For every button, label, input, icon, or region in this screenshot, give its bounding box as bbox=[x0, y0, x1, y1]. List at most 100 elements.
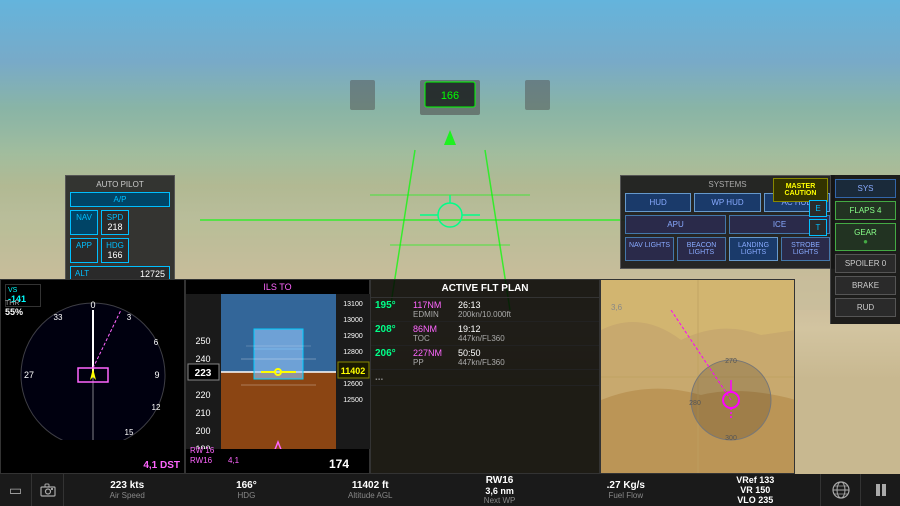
fp-row-2: 208° 86NM TOC 19:12 447kn/FL360 bbox=[371, 322, 599, 346]
fp-hdg-4: ... bbox=[375, 372, 413, 383]
hdg-status: 166° HDG bbox=[236, 480, 257, 500]
svg-text:223: 223 bbox=[195, 368, 212, 379]
alt-label: Altitude AGL bbox=[348, 491, 392, 500]
t-button[interactable]: T bbox=[809, 219, 827, 236]
airspeed-label: Air Speed bbox=[110, 491, 145, 500]
pause-icon[interactable] bbox=[860, 474, 900, 506]
svg-text:15: 15 bbox=[125, 428, 134, 437]
vref-line2: VR 150 bbox=[736, 485, 774, 495]
map-svg: 270 300 280 3,6 bbox=[601, 280, 795, 474]
svg-text:3,6: 3,6 bbox=[611, 303, 623, 312]
vref-line1: VRef 133 bbox=[736, 475, 774, 485]
svg-text:13100: 13100 bbox=[343, 301, 363, 308]
alt-status: 11402 ft Altitude AGL bbox=[348, 480, 392, 500]
svg-text:9: 9 bbox=[154, 370, 159, 380]
fp-time-3: 50:50 447kn/FL360 bbox=[458, 348, 508, 367]
nav-lights-button[interactable]: NAV LIGHTS bbox=[625, 237, 674, 261]
app-button[interactable]: APP bbox=[70, 238, 98, 263]
wp-hud-button[interactable]: WP HUD bbox=[694, 193, 760, 212]
alt-value: 11402 ft bbox=[348, 480, 392, 491]
nav-button[interactable]: NAV bbox=[70, 210, 98, 235]
svg-text:220: 220 bbox=[195, 390, 210, 400]
fuel-label: Fuel Flow bbox=[607, 491, 645, 500]
strobe-lights-button[interactable]: STROBE LIGHTS bbox=[781, 237, 830, 261]
flight-plan-title: ACTIVE FLT PLAN bbox=[371, 280, 599, 298]
camera-icon[interactable] bbox=[32, 474, 64, 506]
sys-row-3: NAV LIGHTS BEACON LIGHTS LANDING LIGHTS … bbox=[625, 237, 830, 261]
ils-label: ILS TO bbox=[186, 280, 369, 294]
fp-hdg-3: 206° bbox=[375, 348, 413, 367]
svg-text:270: 270 bbox=[725, 358, 737, 365]
heading-display: 174 bbox=[329, 457, 349, 471]
fuel-status: .27 Kg/s Fuel Flow bbox=[607, 480, 645, 500]
autopilot-panel: AUTO PILOT A/P NAV SPD 218 APP HDG 166 A… bbox=[65, 175, 175, 290]
sys-button[interactable]: SYS bbox=[835, 179, 896, 198]
ap-button[interactable]: A/P bbox=[70, 192, 170, 207]
svg-text:12800: 12800 bbox=[343, 349, 363, 356]
fp-row-4: ... bbox=[371, 370, 599, 386]
map-panel: 270 300 280 3,6 bbox=[600, 279, 795, 474]
svg-text:27: 27 bbox=[24, 370, 34, 380]
hud-button[interactable]: HUD bbox=[625, 193, 691, 212]
fp-row-1: 195° 117NM EDMIN 26:13 200kn/10.000ft bbox=[371, 298, 599, 322]
flaps-button[interactable]: FLAPS 4 bbox=[835, 201, 896, 220]
spoiler-button[interactable]: SPOILER 0 bbox=[835, 254, 896, 273]
svg-text:3: 3 bbox=[127, 313, 132, 322]
svg-text:200: 200 bbox=[195, 426, 210, 436]
fp-hdg-2: 208° bbox=[375, 324, 413, 343]
spd-button[interactable]: SPD 218 bbox=[101, 210, 129, 235]
master-caution[interactable]: MASTER CAUTION bbox=[773, 178, 828, 202]
fp-time-2: 19:12 447kn/FL360 bbox=[458, 324, 508, 343]
rwy-top: RW 16 bbox=[190, 446, 214, 455]
sys-row-2: APU ICE bbox=[625, 215, 830, 234]
svg-text:0: 0 bbox=[90, 300, 95, 310]
apu-button[interactable]: APU bbox=[625, 215, 726, 234]
dist-readout: 4,1 DST bbox=[143, 460, 180, 471]
gear-button[interactable]: GEAR ● bbox=[835, 223, 896, 251]
middle-instrument: ILS TO 250 240 230 220 210 200 190 223 1… bbox=[185, 279, 370, 474]
nextwp-value: RW16 bbox=[484, 475, 516, 486]
fp-wp-3: 227NM PP bbox=[413, 348, 458, 367]
hdg-label: HDG bbox=[236, 491, 257, 500]
landing-lights-button[interactable]: LANDING LIGHTS bbox=[729, 237, 778, 261]
svg-text:280: 280 bbox=[689, 400, 701, 407]
beacon-lights-button[interactable]: BEACON LIGHTS bbox=[677, 237, 726, 261]
brake-button[interactable]: BRAKE bbox=[835, 276, 896, 295]
svg-text:33: 33 bbox=[54, 313, 63, 322]
hsi-compass: 0 9 18 27 3 6 12 15 33 RW16 bbox=[1, 280, 186, 440]
hdg-button[interactable]: HDG 166 bbox=[101, 238, 129, 263]
approach-dist: 4,1 bbox=[228, 456, 239, 465]
nextwp-dist: 3,6 nm bbox=[484, 486, 516, 496]
svg-text:12900: 12900 bbox=[343, 333, 363, 340]
rwy-bot: RW16 bbox=[190, 456, 212, 465]
airspeed-value: 223 kts bbox=[110, 480, 145, 491]
fp-wp-1: 117NM EDMIN bbox=[413, 300, 458, 319]
svg-text:240: 240 bbox=[195, 354, 210, 364]
vref-line3: VLO 235 bbox=[736, 495, 774, 505]
svg-text:6: 6 bbox=[154, 338, 159, 347]
svg-text:210: 210 bbox=[195, 408, 210, 418]
nextwp-label: Next WP bbox=[484, 496, 516, 505]
svg-text:13000: 13000 bbox=[343, 317, 363, 324]
airspeed-status: 223 kts Air Speed bbox=[110, 480, 145, 500]
fp-time-1: 26:13 200kn/10.000ft bbox=[458, 300, 508, 319]
ils-display: 250 240 230 220 210 200 190 223 13100 13… bbox=[186, 294, 371, 449]
status-bar: 223 kts Air Speed 166° HDG 11402 ft Alti… bbox=[64, 475, 820, 505]
svg-text:11402: 11402 bbox=[341, 366, 366, 376]
fp-hdg-1: 195° bbox=[375, 300, 413, 319]
left-instrument: VS -141 THR 55% 0 9 18 27 3 6 12 15 33 R… bbox=[0, 279, 185, 474]
e-button[interactable]: E bbox=[809, 200, 827, 217]
right-panel: SYS FLAPS 4 GEAR ● SPOILER 0 BRAKE RUD bbox=[830, 175, 900, 324]
globe-icon[interactable] bbox=[820, 474, 860, 506]
screen-icon[interactable]: ▭ bbox=[0, 474, 32, 506]
svg-text:12: 12 bbox=[152, 403, 161, 412]
nextwp-status: RW16 3,6 nm Next WP bbox=[484, 475, 516, 505]
svg-text:250: 250 bbox=[195, 336, 210, 346]
fp-row-3: 206° 227NM PP 50:50 447kn/FL360 bbox=[371, 346, 599, 370]
rud-button[interactable]: RUD bbox=[835, 298, 896, 317]
ap-title: AUTO PILOT bbox=[70, 180, 170, 189]
svg-text:12600: 12600 bbox=[343, 381, 363, 388]
bottom-toolbar: ▭ 223 kts Air Speed 166° HDG 11402 ft Al… bbox=[0, 474, 900, 506]
vref-status: VRef 133 VR 150 VLO 235 bbox=[736, 475, 774, 505]
et-buttons: E T bbox=[809, 200, 827, 236]
